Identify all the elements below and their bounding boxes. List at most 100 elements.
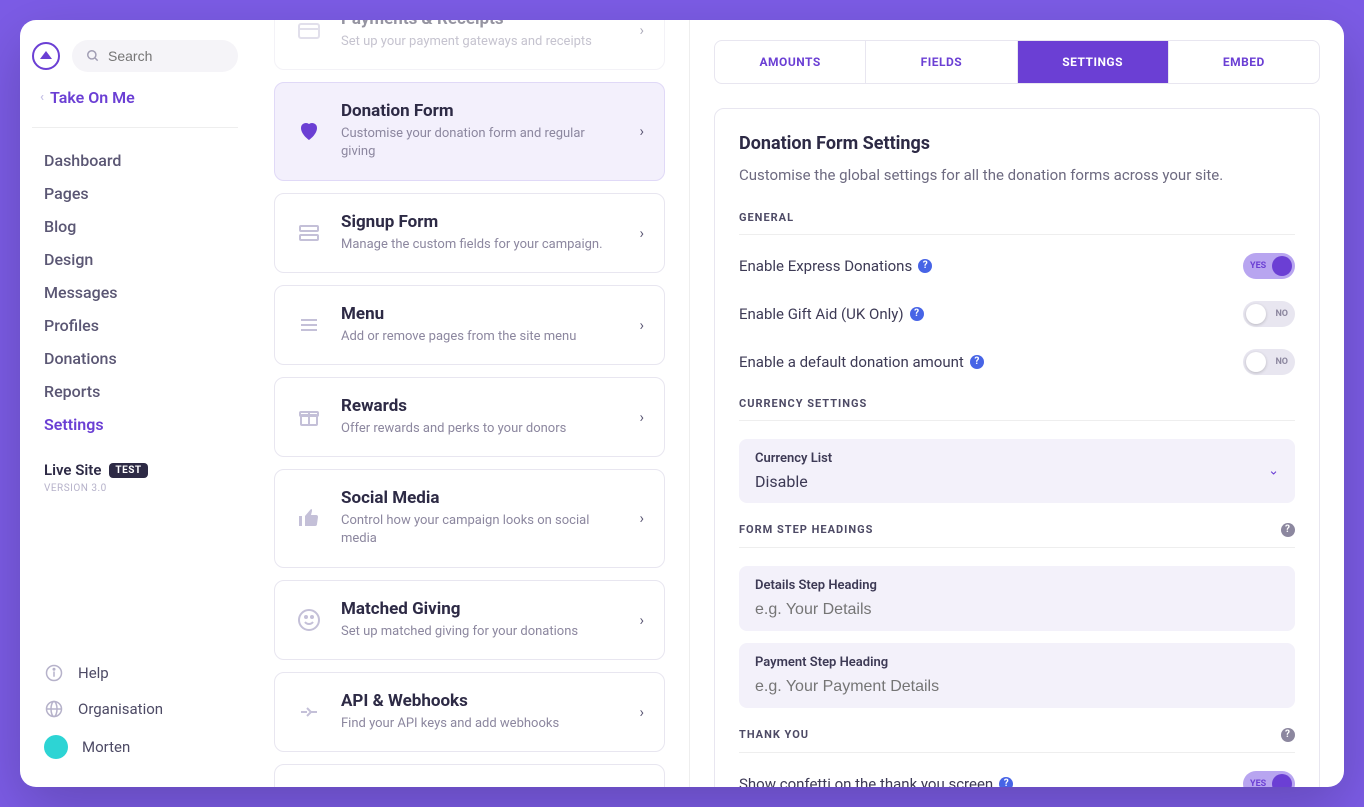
help-icon[interactable]: ?	[970, 355, 984, 369]
chevron-right-icon: ›	[639, 509, 644, 527]
nav-blog[interactable]: Blog	[40, 210, 230, 243]
panel-desc: Customise the global settings for all th…	[739, 164, 1295, 187]
chevron-right-icon: ›	[639, 316, 644, 334]
nav-list: Dashboard Pages Blog Design Messages Pro…	[32, 127, 238, 441]
logo-icon[interactable]	[32, 42, 60, 70]
card-icon	[295, 20, 323, 44]
payment-heading-input-block[interactable]: Payment Step Heading	[739, 643, 1295, 708]
card-matched-giving[interactable]: Matched Giving Set up matched giving for…	[274, 580, 665, 660]
card-title: API & Webhooks	[341, 691, 621, 711]
search-icon	[86, 49, 100, 63]
toggle-express[interactable]: YES	[1243, 253, 1295, 279]
globe-icon	[44, 699, 64, 719]
tab-embed[interactable]: EMBED	[1169, 41, 1319, 83]
help-icon[interactable]: ?	[910, 307, 924, 321]
right-panel: AMOUNTS FIELDS SETTINGS EMBED Donation F…	[690, 20, 1344, 787]
live-site-label: Live Site	[44, 461, 101, 479]
nav-messages[interactable]: Messages	[40, 276, 230, 309]
card-signup-form[interactable]: Signup Form Manage the custom fields for…	[274, 193, 665, 273]
card-payments[interactable]: Payments & Receipts Set up your payment …	[274, 20, 665, 70]
currency-list-select[interactable]: Currency List Disable ⌄	[739, 439, 1295, 503]
details-heading-input[interactable]	[755, 601, 1279, 619]
nav-profiles[interactable]: Profiles	[40, 309, 230, 342]
card-social-media[interactable]: Social Media Control how your campaign l…	[274, 469, 665, 567]
section-currency: CURRENCY SETTINGS	[739, 397, 1295, 421]
card-desc: Control how your campaign looks on socia…	[341, 512, 621, 548]
gift-icon	[295, 403, 323, 431]
sidebar: ‹ Take On Me Dashboard Pages Blog Design…	[20, 20, 250, 787]
card-desc: Find your API keys and add webhooks	[341, 715, 621, 733]
card-title: Social Media	[341, 488, 621, 508]
redirect-icon	[295, 783, 323, 787]
nav-design[interactable]: Design	[40, 243, 230, 276]
toggle-label-default-amount: Enable a default donation amount ?	[739, 353, 984, 371]
thumbsup-icon	[295, 504, 323, 532]
field-value: Disable	[755, 472, 1279, 491]
payment-heading-input[interactable]	[755, 678, 1279, 696]
field-label: Payment Step Heading	[755, 655, 1279, 670]
card-title: Menu	[341, 304, 621, 324]
toggle-label-confetti: Show confetti on the thank you screen ?	[739, 775, 1013, 788]
test-badge: TEST	[109, 463, 147, 478]
chevron-right-icon: ›	[639, 21, 644, 39]
card-desc: Set up matched giving for your donations	[341, 623, 621, 641]
card-menu[interactable]: Menu Add or remove pages from the site m…	[274, 285, 665, 365]
help-icon[interactable]: ?	[1281, 728, 1295, 742]
help-icon[interactable]: ?	[918, 259, 932, 273]
tab-fields[interactable]: FIELDS	[866, 41, 1017, 83]
app-window: ‹ Take On Me Dashboard Pages Blog Design…	[20, 20, 1344, 787]
breadcrumb-label: Take On Me	[50, 88, 135, 107]
search-input[interactable]	[108, 48, 224, 64]
toggle-giftaid[interactable]: NO	[1243, 301, 1295, 327]
nav-settings[interactable]: Settings	[40, 408, 230, 441]
chevron-right-icon: ›	[639, 611, 644, 629]
chevron-down-icon: ⌄	[1268, 463, 1279, 478]
section-general: GENERAL	[739, 211, 1295, 235]
info-icon	[44, 663, 64, 683]
card-title: Donation Form	[341, 101, 621, 121]
version-text: VERSION 3.0	[32, 479, 238, 498]
settings-list-panel: Payments & Receipts Set up your payment …	[250, 20, 690, 787]
card-rewards[interactable]: Rewards Offer rewards and perks to your …	[274, 377, 665, 457]
card-title: Redirects	[341, 785, 644, 787]
api-icon	[295, 698, 323, 726]
nav-reports[interactable]: Reports	[40, 375, 230, 408]
section-headings: FORM STEP HEADINGS ?	[739, 523, 1295, 548]
avatar	[44, 735, 68, 759]
nav-pages[interactable]: Pages	[40, 177, 230, 210]
tab-amounts[interactable]: AMOUNTS	[715, 41, 866, 83]
card-redirects[interactable]: Redirects	[274, 764, 665, 787]
breadcrumb-back[interactable]: ‹ Take On Me	[32, 88, 238, 107]
search-box[interactable]	[72, 40, 238, 72]
card-desc: Add or remove pages from the site menu	[341, 328, 621, 346]
help-icon[interactable]: ?	[999, 777, 1013, 788]
user-link[interactable]: Morten	[40, 727, 230, 767]
card-desc: Manage the custom fields for your campai…	[341, 236, 621, 254]
tab-settings[interactable]: SETTINGS	[1018, 41, 1169, 83]
nav-donations[interactable]: Donations	[40, 342, 230, 375]
card-desc: Customise your donation form and regular…	[341, 125, 621, 161]
toggle-label-giftaid: Enable Gift Aid (UK Only) ?	[739, 305, 924, 323]
panel-title: Donation Form Settings	[739, 133, 1295, 154]
help-icon[interactable]: ?	[1281, 523, 1295, 537]
section-thankyou: THANK YOU ?	[739, 728, 1295, 753]
organisation-link[interactable]: Organisation	[40, 691, 230, 727]
live-site-link[interactable]: Live Site TEST	[32, 461, 238, 479]
card-desc: Set up your payment gateways and receipt…	[341, 33, 621, 51]
chevron-right-icon: ›	[639, 408, 644, 426]
chevron-right-icon: ›	[639, 224, 644, 242]
card-donation-form[interactable]: Donation Form Customise your donation fo…	[274, 82, 665, 180]
details-heading-input-block[interactable]: Details Step Heading	[739, 566, 1295, 631]
nav-dashboard[interactable]: Dashboard	[40, 144, 230, 177]
card-title: Payments & Receipts	[341, 20, 621, 29]
help-link[interactable]: Help	[40, 655, 230, 691]
chevron-right-icon: ›	[639, 703, 644, 721]
heart-icon	[295, 117, 323, 145]
card-desc: Offer rewards and perks to your donors	[341, 420, 621, 438]
toggle-default-amount[interactable]: NO	[1243, 349, 1295, 375]
card-api-webhooks[interactable]: API & Webhooks Find your API keys and ad…	[274, 672, 665, 752]
field-label: Currency List	[755, 451, 1279, 466]
toggle-confetti[interactable]: YES	[1243, 771, 1295, 788]
chevron-left-icon: ‹	[40, 90, 44, 105]
card-title: Rewards	[341, 396, 621, 416]
